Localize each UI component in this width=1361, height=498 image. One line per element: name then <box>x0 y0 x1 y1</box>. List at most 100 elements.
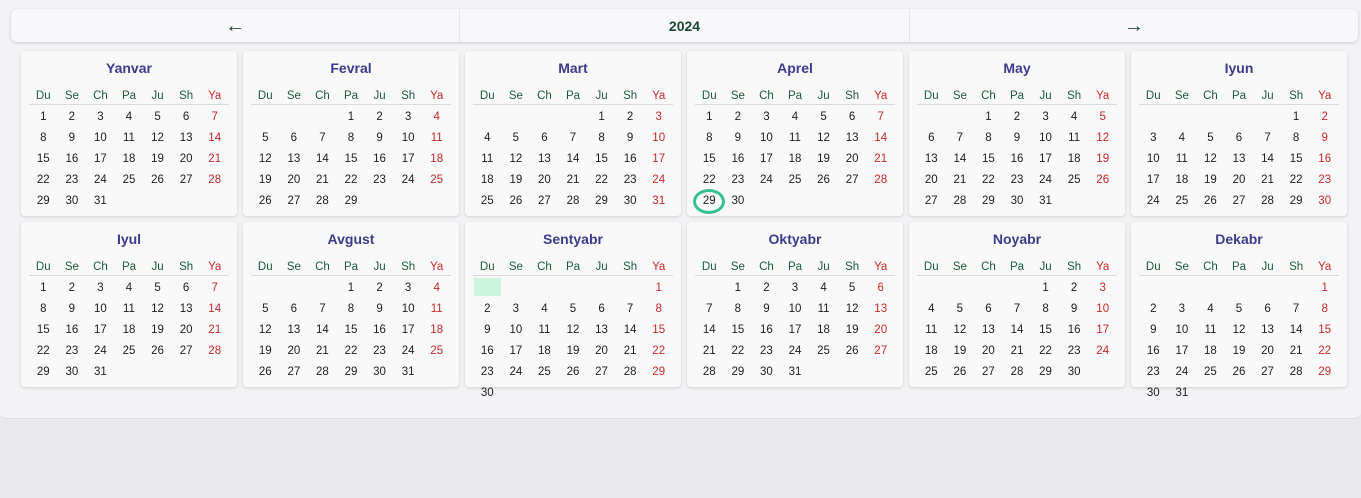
day-cell[interactable]: 25 <box>781 171 810 192</box>
day-cell[interactable]: 21 <box>1003 342 1032 363</box>
day-cell[interactable]: 21 <box>695 342 724 363</box>
day-cell[interactable]: 22 <box>587 171 616 192</box>
day-cell[interactable]: 16 <box>58 150 87 171</box>
day-cell[interactable]: 1 <box>29 279 58 300</box>
day-cell[interactable]: 19 <box>559 342 588 363</box>
day-cell[interactable]: 31 <box>1168 384 1197 405</box>
day-cell[interactable]: 31 <box>1031 192 1060 213</box>
day-cell[interactable]: 21 <box>1253 171 1282 192</box>
day-cell[interactable]: 1 <box>974 108 1003 129</box>
day-cell[interactable]: 30 <box>752 363 781 384</box>
day-cell[interactable]: 14 <box>308 150 337 171</box>
day-cell[interactable]: 26 <box>502 192 531 213</box>
day-cell[interactable]: 28 <box>1253 192 1282 213</box>
day-cell[interactable]: 16 <box>365 321 394 342</box>
day-cell[interactable]: 14 <box>1253 150 1282 171</box>
day-cell[interactable]: 24 <box>1088 342 1117 363</box>
day-cell[interactable]: 2 <box>1139 300 1168 321</box>
day-cell[interactable]: 27 <box>587 363 616 384</box>
day-cell[interactable]: 20 <box>280 171 309 192</box>
day-cell[interactable]: 24 <box>394 171 423 192</box>
day-cell[interactable]: 26 <box>809 171 838 192</box>
day-cell[interactable]: 13 <box>587 321 616 342</box>
day-cell[interactable]: 1 <box>587 108 616 129</box>
day-cell[interactable]: 8 <box>337 300 366 321</box>
day-cell[interactable]: 2 <box>1003 108 1032 129</box>
day-cell[interactable]: 20 <box>1253 342 1282 363</box>
day-cell[interactable]: 28 <box>200 342 229 363</box>
day-cell[interactable]: 10 <box>1139 150 1168 171</box>
day-cell[interactable]: 19 <box>809 150 838 171</box>
day-cell[interactable]: 9 <box>616 129 645 150</box>
day-cell[interactable]: 1 <box>337 279 366 300</box>
day-cell[interactable]: 26 <box>251 363 280 384</box>
day-cell[interactable]: 6 <box>974 300 1003 321</box>
day-cell[interactable]: 23 <box>58 171 87 192</box>
day-cell[interactable]: 11 <box>422 129 451 150</box>
day-cell[interactable]: 1 <box>29 108 58 129</box>
day-cell[interactable]: 15 <box>1310 321 1339 342</box>
day-cell[interactable]: 8 <box>1310 300 1339 321</box>
day-cell[interactable]: 16 <box>752 321 781 342</box>
day-cell[interactable]: 29 <box>724 363 753 384</box>
day-cell[interactable]: 10 <box>1031 129 1060 150</box>
day-cell[interactable]: 30 <box>365 363 394 384</box>
day-cell[interactable]: 28 <box>1282 363 1311 384</box>
day-cell[interactable]: 30 <box>58 192 87 213</box>
day-cell[interactable]: 22 <box>337 342 366 363</box>
day-cell[interactable]: 11 <box>473 150 502 171</box>
day-cell[interactable]: 15 <box>1031 321 1060 342</box>
day-cell[interactable]: 3 <box>502 300 531 321</box>
day-cell[interactable]: 16 <box>724 150 753 171</box>
day-cell[interactable]: 16 <box>58 321 87 342</box>
day-cell[interactable]: 6 <box>1253 300 1282 321</box>
day-cell[interactable]: 25 <box>809 342 838 363</box>
day-cell[interactable]: 16 <box>365 150 394 171</box>
day-cell[interactable]: 8 <box>29 129 58 150</box>
day-cell[interactable]: 4 <box>1060 108 1089 129</box>
day-cell[interactable]: 18 <box>422 150 451 171</box>
day-cell[interactable]: 30 <box>58 363 87 384</box>
day-cell[interactable]: 29 <box>587 192 616 213</box>
day-cell[interactable]: 13 <box>530 150 559 171</box>
day-cell[interactable]: 9 <box>1139 321 1168 342</box>
day-cell[interactable]: 17 <box>1168 342 1197 363</box>
day-cell[interactable]: 2 <box>1060 279 1089 300</box>
day-cell[interactable]: 9 <box>365 129 394 150</box>
day-cell[interactable]: 24 <box>781 342 810 363</box>
day-cell[interactable]: 10 <box>502 321 531 342</box>
day-cell[interactable]: 10 <box>781 300 810 321</box>
day-cell[interactable]: 1 <box>1282 108 1311 129</box>
day-cell[interactable]: 24 <box>1031 171 1060 192</box>
day-cell[interactable]: 5 <box>251 300 280 321</box>
day-cell[interactable]: 23 <box>473 363 502 384</box>
day-cell[interactable]: 17 <box>1088 321 1117 342</box>
day-cell[interactable]: 11 <box>1060 129 1089 150</box>
day-cell[interactable]: 13 <box>1253 321 1282 342</box>
day-cell[interactable]: 13 <box>1225 150 1254 171</box>
day-cell[interactable]: 11 <box>1168 150 1197 171</box>
day-cell[interactable]: 6 <box>280 129 309 150</box>
day-cell[interactable]: 18 <box>422 321 451 342</box>
day-cell[interactable]: 4 <box>115 279 144 300</box>
day-cell[interactable]: 2 <box>616 108 645 129</box>
day-cell[interactable]: 4 <box>1196 300 1225 321</box>
day-cell[interactable]: 1 <box>695 108 724 129</box>
day-cell[interactable]: 29 <box>29 363 58 384</box>
day-cell[interactable]: 10 <box>644 129 673 150</box>
day-cell[interactable]: 12 <box>1225 321 1254 342</box>
day-cell[interactable]: 2 <box>473 300 502 321</box>
day-cell[interactable]: 5 <box>1088 108 1117 129</box>
day-cell[interactable]: 12 <box>251 150 280 171</box>
day-cell[interactable]: 5 <box>251 129 280 150</box>
day-cell[interactable]: 28 <box>866 171 895 192</box>
day-cell[interactable]: 6 <box>917 129 946 150</box>
day-cell[interactable]: 30 <box>1003 192 1032 213</box>
day-cell[interactable]: 20 <box>917 171 946 192</box>
day-cell[interactable]: 7 <box>946 129 975 150</box>
day-cell[interactable]: 27 <box>172 171 201 192</box>
day-cell[interactable]: 1 <box>337 108 366 129</box>
day-cell[interactable]: 26 <box>251 192 280 213</box>
day-cell[interactable]: 5 <box>838 279 867 300</box>
day-cell[interactable]: 23 <box>1003 171 1032 192</box>
